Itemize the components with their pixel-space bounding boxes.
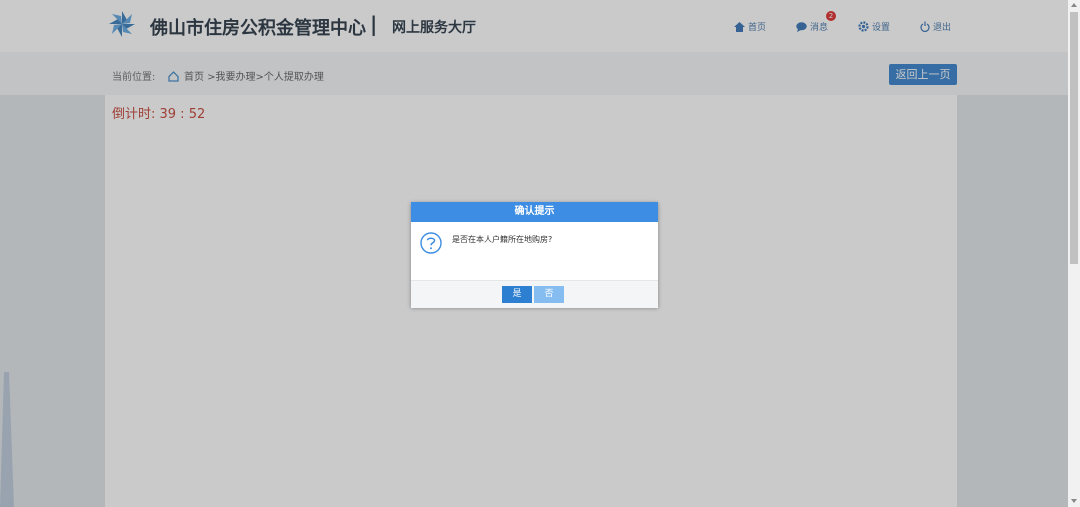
yes-button[interactable]: 是: [502, 286, 532, 303]
dialog-footer: 是 否: [411, 280, 658, 308]
dialog-title: 确认提示: [411, 202, 658, 222]
confirm-dialog: 确认提示 是否在本人户籍所在地购房? 是 否: [411, 202, 658, 308]
dialog-body: 是否在本人户籍所在地购房?: [411, 222, 658, 280]
dialog-message: 是否在本人户籍所在地购房?: [452, 235, 553, 244]
scroll-down-arrow-icon[interactable]: [1071, 499, 1077, 503]
no-button[interactable]: 否: [534, 286, 564, 303]
question-icon: [420, 232, 442, 258]
scroll-up-arrow-icon[interactable]: [1071, 3, 1077, 7]
scrollbar-thumb[interactable]: [1070, 12, 1078, 264]
